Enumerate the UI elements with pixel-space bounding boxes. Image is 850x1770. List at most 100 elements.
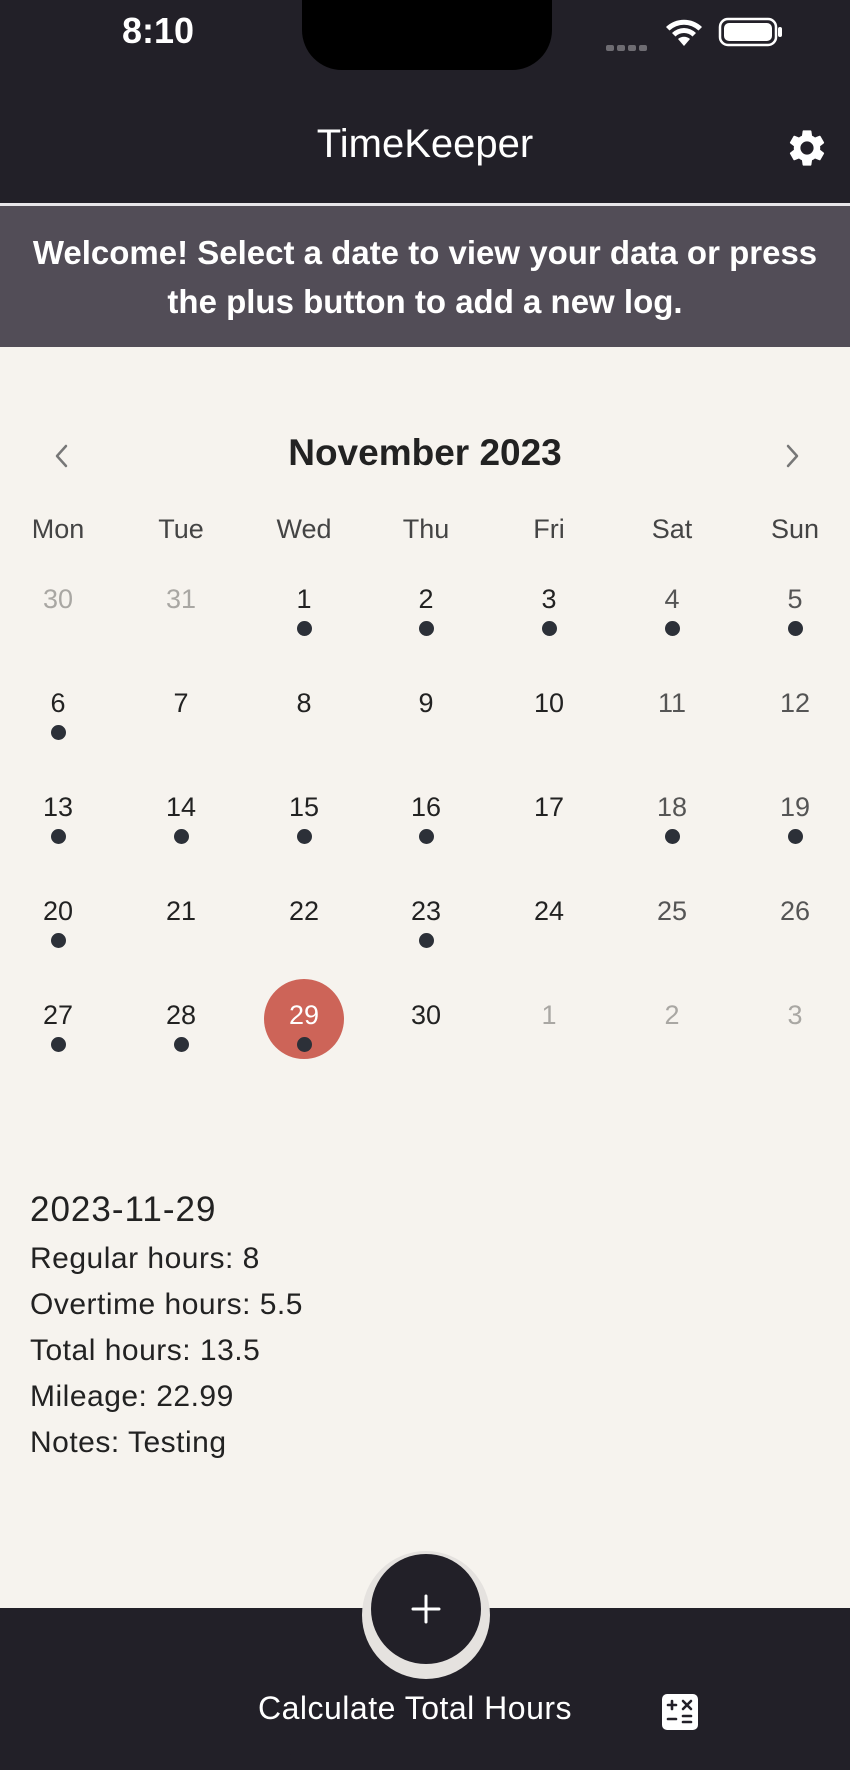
calendar-day[interactable]: 29 [243, 979, 365, 1091]
calendar-day[interactable]: 30 [365, 987, 487, 1091]
chevron-right-icon[interactable] [772, 436, 812, 476]
status-time: 8:10 [122, 10, 195, 51]
calendar-day-number: 28 [165, 1000, 197, 1030]
calendar-day[interactable]: 31 [120, 571, 242, 675]
calendar-day[interactable]: 23 [365, 883, 487, 987]
calendar-day[interactable]: 17 [488, 779, 610, 883]
notes: Notes: Testing [30, 1426, 227, 1459]
app-title: TimeKeeper [316, 122, 534, 166]
calendar-day-number: 3 [787, 1000, 803, 1030]
log-indicator-dot [665, 621, 680, 636]
calendar-day-number: 16 [410, 792, 442, 822]
log-indicator-dot [51, 933, 66, 948]
calendar-day-number: 1 [541, 1000, 557, 1030]
log-indicator-dot [419, 621, 434, 636]
calendar-day-number: 3 [541, 584, 557, 614]
weekday-label: Sun [770, 514, 820, 544]
calendar-day-number: 15 [288, 792, 320, 822]
calendar-day[interactable]: 7 [120, 675, 242, 779]
calendar-day-number: 4 [664, 584, 680, 614]
calendar-day[interactable]: 2 [611, 987, 733, 1091]
weekday-label: Thu [402, 514, 450, 544]
month-title: November 2023 [288, 432, 562, 473]
calendar-day-number: 30 [410, 1000, 442, 1030]
calendar-day[interactable]: 16 [365, 779, 487, 883]
calendar-day[interactable]: 14 [120, 779, 242, 883]
calendar-day[interactable]: 28 [120, 987, 242, 1091]
calendar-day-number: 24 [533, 896, 565, 926]
calendar-day[interactable]: 6 [0, 675, 119, 779]
calendar-day[interactable]: 8 [243, 675, 365, 779]
log-indicator-dot [297, 621, 312, 636]
weekday-label: Mon [31, 514, 85, 544]
overtime-hours: Overtime hours: 5.5 [30, 1288, 303, 1321]
calendar-day-number: 27 [42, 1000, 74, 1030]
calendar-day[interactable]: 15 [243, 779, 365, 883]
calendar-day-number: 22 [288, 896, 320, 926]
calendar-day-number: 9 [418, 688, 434, 718]
calculate-total-hours-button[interactable]: Calculate Total Hours [0, 1690, 830, 1727]
calendar-day[interactable]: 1 [243, 571, 365, 675]
gear-icon[interactable] [785, 126, 829, 170]
weekday-label: Wed [276, 514, 332, 544]
calendar-day-number: 26 [779, 896, 811, 926]
calendar-day-number: 31 [165, 584, 197, 614]
calendar-day[interactable]: 25 [611, 883, 733, 987]
calendar-day-number: 2 [664, 1000, 680, 1030]
calendar-day-number: 7 [173, 688, 189, 718]
calendar-day[interactable]: 27 [0, 987, 119, 1091]
calculator-icon[interactable] [660, 1692, 700, 1732]
calendar-day[interactable]: 3 [734, 987, 850, 1091]
log-indicator-dot [419, 933, 434, 948]
calendar-header: November 2023 [0, 420, 850, 484]
calendar-day[interactable]: 1 [488, 987, 610, 1091]
calendar-day[interactable]: 5 [734, 571, 850, 675]
calendar-day-number: 12 [779, 688, 811, 718]
calendar-day-number: 11 [657, 688, 687, 718]
day-details: 2023-11-29 Regular hours: 8 Overtime hou… [30, 1184, 303, 1466]
log-indicator-dot [542, 621, 557, 636]
calendar-day-number: 1 [296, 584, 312, 614]
calendar-day[interactable]: 30 [0, 571, 119, 675]
calendar-day-number: 6 [50, 688, 66, 718]
log-indicator-dot [665, 829, 680, 844]
calendar-day[interactable]: 10 [488, 675, 610, 779]
calendar-day[interactable]: 11 [611, 675, 733, 779]
calendar-day[interactable]: 19 [734, 779, 850, 883]
calendar-day-number: 30 [42, 584, 74, 614]
calendar-day-number: 17 [533, 792, 565, 822]
log-indicator-dot [51, 725, 66, 740]
calendar-day[interactable]: 18 [611, 779, 733, 883]
calendar-day[interactable]: 26 [734, 883, 850, 987]
calendar-day[interactable]: 20 [0, 883, 119, 987]
calendar-day-number: 29 [288, 1000, 320, 1030]
wifi-icon [666, 19, 702, 46]
calendar-day-number: 14 [165, 792, 197, 822]
log-indicator-dot [174, 1037, 189, 1052]
home-indicator [290, 1752, 560, 1762]
selected-date: 2023-11-29 [30, 1190, 217, 1229]
calendar-day-number: 10 [533, 688, 565, 718]
calendar-day[interactable]: 24 [488, 883, 610, 987]
battery-icon [718, 17, 782, 47]
weekday-label: Fri [533, 514, 565, 544]
log-indicator-dot [297, 829, 312, 844]
plus-icon [411, 1594, 441, 1624]
add-log-button[interactable] [371, 1554, 481, 1664]
weekday-header-row: Mon Tue Wed Thu Fri Sat Sun [0, 514, 850, 554]
calendar-day[interactable]: 2 [365, 571, 487, 675]
log-indicator-dot [51, 1037, 66, 1052]
log-indicator-dot [174, 829, 189, 844]
calendar-day[interactable]: 4 [611, 571, 733, 675]
calendar-day[interactable]: 9 [365, 675, 487, 779]
calendar-day[interactable]: 12 [734, 675, 850, 779]
calendar-day-number: 18 [656, 792, 688, 822]
calendar-day[interactable]: 3 [488, 571, 610, 675]
log-indicator-dot [788, 829, 803, 844]
calendar-day[interactable]: 13 [0, 779, 119, 883]
calendar-day[interactable]: 22 [243, 883, 365, 987]
weekday-label: Sat [651, 514, 693, 544]
calendar-day[interactable]: 21 [120, 883, 242, 987]
log-indicator-dot [788, 621, 803, 636]
log-indicator-dot [51, 829, 66, 844]
